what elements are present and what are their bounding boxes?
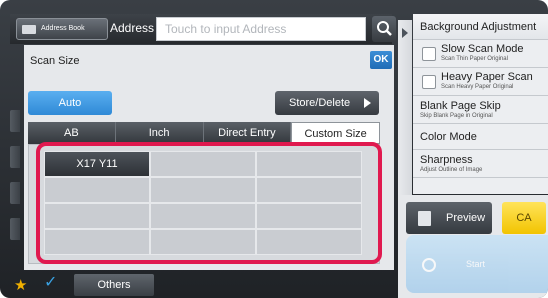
side-tab[interactable] bbox=[10, 182, 20, 204]
store-delete-label: Store/Delete bbox=[289, 97, 351, 109]
address-label: Address bbox=[110, 21, 155, 35]
tab-direct-entry[interactable]: Direct Entry bbox=[203, 122, 292, 144]
search-icon bbox=[377, 21, 392, 36]
blank-page-skip-button[interactable]: Blank Page Skip Skip Blank Page in Origi… bbox=[413, 96, 548, 124]
heavy-paper-checkbox[interactable] bbox=[422, 75, 436, 89]
copier-screen: Address Book Address Touch to input Addr… bbox=[0, 0, 548, 298]
sharpness-title: Sharpness bbox=[420, 154, 473, 166]
sharpness-subtitle: Adjust Outline of Image bbox=[420, 167, 483, 173]
address-input[interactable]: Touch to input Address bbox=[156, 17, 366, 41]
others-button[interactable]: Others bbox=[74, 274, 154, 296]
collapse-arrow-icon bbox=[402, 28, 408, 38]
heavy-paper-scan-toggle[interactable]: Heavy Paper Scan Scan Heavy Paper Origin… bbox=[413, 68, 548, 96]
start-icon bbox=[422, 258, 436, 272]
color-mode-button[interactable]: Color Mode bbox=[413, 124, 548, 150]
search-button[interactable] bbox=[372, 16, 396, 42]
tab-custom-size[interactable]: Custom Size bbox=[291, 122, 380, 144]
preview-label: Preview bbox=[446, 212, 486, 224]
blank-page-title: Blank Page Skip bbox=[420, 100, 501, 112]
start-button[interactable]: Start bbox=[406, 235, 548, 293]
side-tab[interactable] bbox=[10, 110, 20, 132]
slow-scan-title: Slow Scan Mode bbox=[441, 43, 524, 55]
preview-button[interactable]: Preview bbox=[406, 202, 492, 234]
address-book-icon bbox=[22, 25, 36, 34]
background-adjustment-button[interactable]: Background Adjustment bbox=[413, 14, 548, 40]
action-area: Preview CA Start bbox=[398, 195, 548, 298]
auto-button[interactable]: Auto bbox=[28, 91, 112, 115]
store-delete-button[interactable]: Store/Delete bbox=[275, 91, 379, 115]
bottom-bar: ★ ✓ Others bbox=[10, 272, 160, 298]
favorite-star-icon[interactable]: ★ bbox=[14, 276, 27, 294]
right-panel: Background Adjustment Slow Scan Mode Sca… bbox=[413, 14, 548, 194]
clear-all-button[interactable]: CA bbox=[502, 202, 546, 234]
preview-icon bbox=[418, 211, 431, 226]
heavy-paper-subtitle: Scan Heavy Paper Original bbox=[441, 84, 514, 90]
heavy-paper-title: Heavy Paper Scan bbox=[441, 71, 533, 83]
slow-scan-mode-toggle[interactable]: Slow Scan Mode Scan Thin Paper Original bbox=[413, 40, 548, 68]
start-label: Start bbox=[466, 259, 486, 269]
tab-inch[interactable]: Inch bbox=[115, 122, 204, 144]
highlight-frame bbox=[36, 142, 382, 264]
dialog-title: Scan Size bbox=[30, 55, 80, 67]
arrow-right-icon bbox=[364, 98, 371, 108]
side-tab[interactable] bbox=[10, 146, 20, 168]
ok-button[interactable]: OK bbox=[370, 51, 392, 69]
checkmark-icon[interactable]: ✓ bbox=[44, 272, 57, 292]
slow-scan-checkbox[interactable] bbox=[422, 47, 436, 61]
slow-scan-subtitle: Scan Thin Paper Original bbox=[441, 56, 508, 62]
tab-ab[interactable]: AB bbox=[28, 122, 116, 144]
side-tab[interactable] bbox=[10, 218, 20, 240]
sharpness-button[interactable]: Sharpness Adjust Outline of Image bbox=[413, 150, 548, 178]
address-book-label: Address Book bbox=[41, 25, 85, 32]
blank-page-subtitle: Skip Blank Page in Original bbox=[420, 113, 493, 119]
address-book-button[interactable]: Address Book bbox=[16, 18, 108, 40]
size-tabs: AB Inch Direct Entry Custom Size bbox=[28, 122, 380, 144]
top-bar: Address Book Address Touch to input Addr… bbox=[10, 14, 396, 44]
